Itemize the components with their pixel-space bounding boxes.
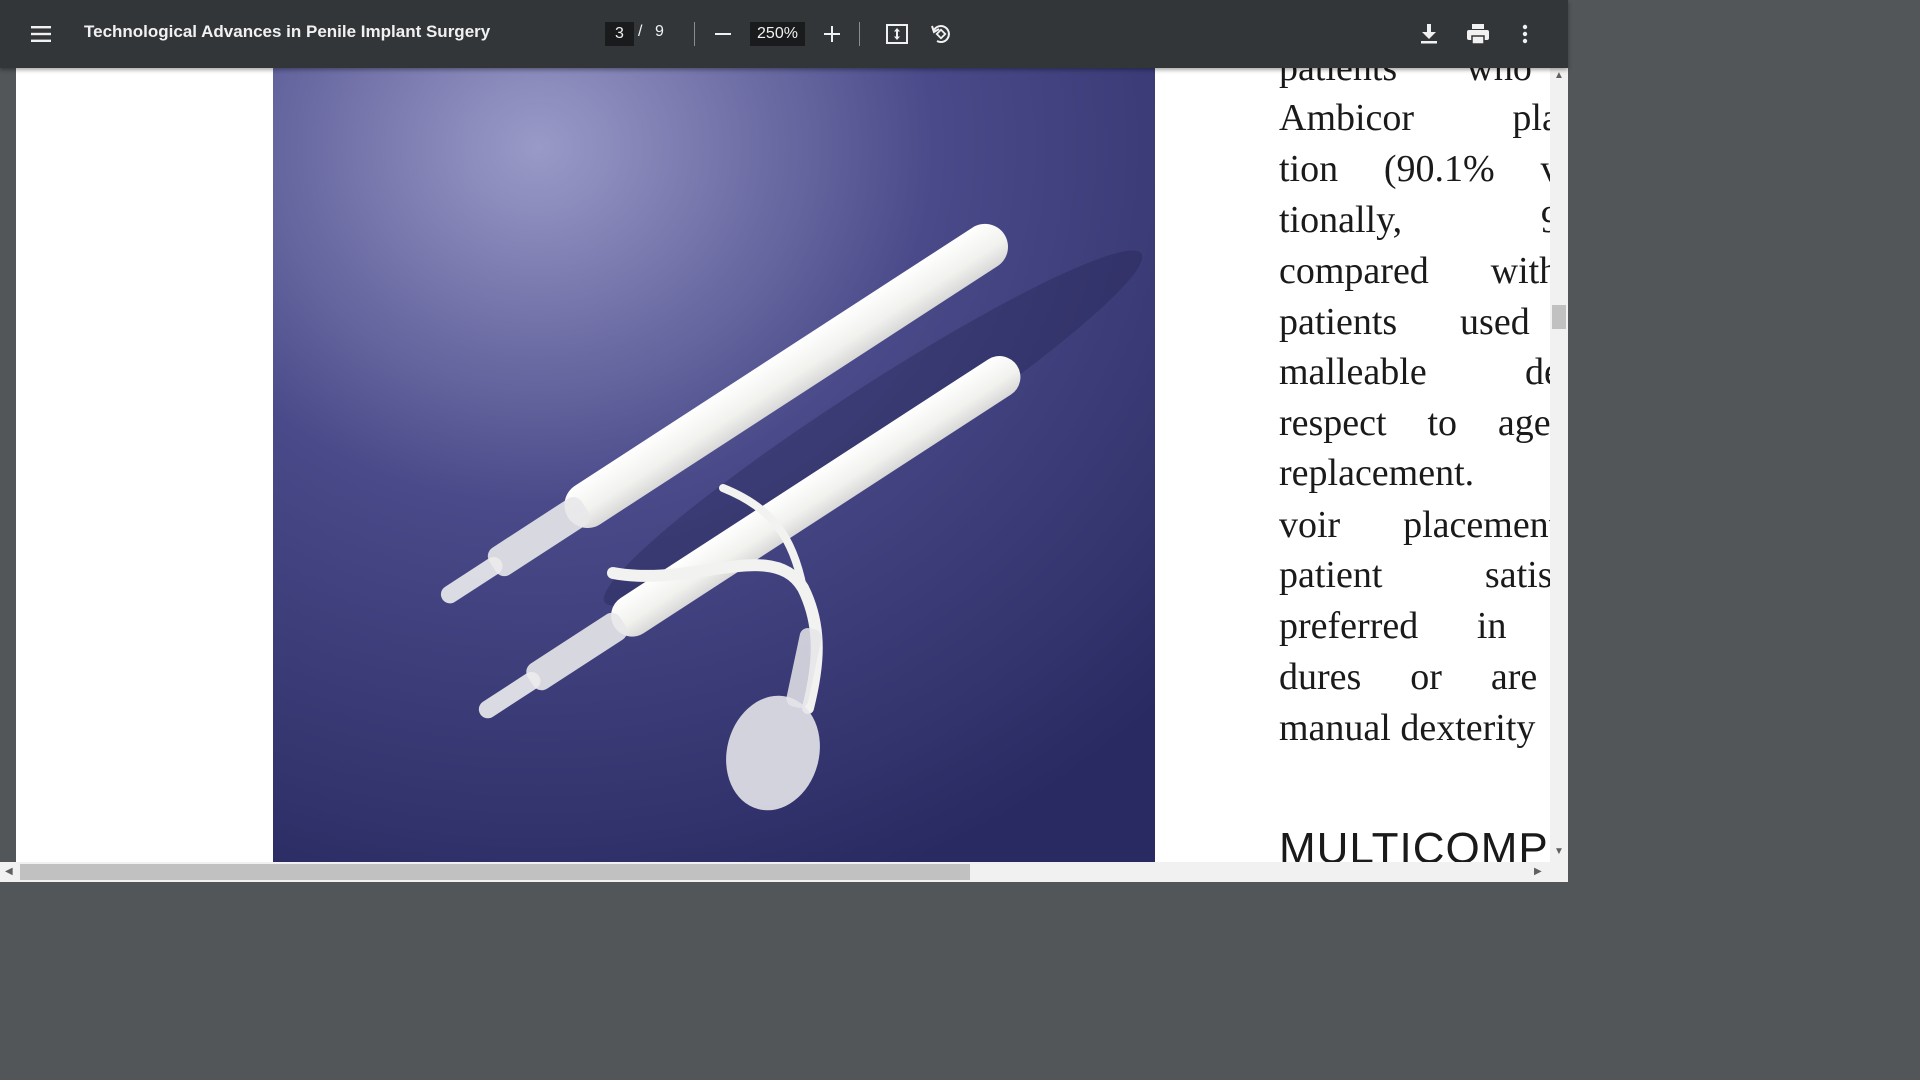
scroll-down-arrow-icon[interactable]: ▼: [1554, 846, 1564, 857]
toolbar-divider: [694, 22, 695, 46]
scroll-right-arrow-icon[interactable]: ▶: [1534, 866, 1542, 877]
zoom-level-input[interactable]: 250%: [750, 22, 805, 46]
zoom-out-button[interactable]: [708, 18, 738, 50]
text-line: replacement. The: [1279, 452, 1550, 494]
rotate-icon: [931, 25, 950, 43]
menu-button[interactable]: [22, 16, 60, 52]
download-button[interactable]: [1412, 17, 1446, 51]
page-separator: /: [638, 23, 643, 40]
document-viewport[interactable]: patients who un Ambicor placeme tion (90…: [0, 68, 1550, 862]
zoom-in-button[interactable]: [816, 18, 848, 50]
text-line: preferred in patie: [1279, 605, 1550, 647]
toolbar-divider: [859, 22, 860, 46]
print-button[interactable]: [1460, 17, 1496, 51]
scroll-left-arrow-icon[interactable]: ◀: [5, 866, 13, 877]
total-pages: 9: [655, 23, 664, 40]
page-number-input[interactable]: 3: [605, 22, 634, 46]
print-icon: [1467, 24, 1489, 45]
scroll-up-arrow-icon[interactable]: ▲: [1554, 70, 1564, 81]
document-title: Technological Advances in Penile Implant…: [84, 22, 491, 41]
text-line: tionally, 93.1%: [1279, 199, 1550, 241]
penile-implant-photo: [273, 68, 1155, 862]
text-line: manual dexterity: [1279, 707, 1536, 749]
section-heading: MULTICOMPO: [1279, 824, 1550, 862]
fit-page-icon: [886, 24, 908, 44]
menu-icon: [31, 26, 51, 42]
fit-page-button[interactable]: [880, 17, 914, 51]
text-line: dures or are ave: [1279, 656, 1550, 698]
document-text-column: patients who un Ambicor placeme tion (90…: [1279, 68, 1550, 862]
pdf-toolbar: Technological Advances in Penile Implant…: [0, 0, 1568, 68]
pdf-page: patients who un Ambicor placeme tion (90…: [16, 68, 1550, 862]
vertical-scrollbar[interactable]: [1550, 68, 1568, 862]
horizontal-scroll-thumb[interactable]: [20, 864, 970, 880]
text-line: compared with 7: [1279, 250, 1550, 292]
zoom-in-icon: [824, 26, 840, 42]
more-options-button[interactable]: [1510, 17, 1540, 51]
text-line: malleable devices: [1279, 351, 1550, 393]
text-line: patient satisfactio: [1279, 554, 1550, 596]
more-icon: [1522, 24, 1528, 44]
text-line: Ambicor placeme: [1279, 97, 1550, 139]
text-line: respect to age, BI: [1279, 402, 1550, 444]
download-icon: [1421, 24, 1437, 44]
rotate-button[interactable]: [924, 17, 958, 51]
vertical-scroll-thumb[interactable]: [1552, 305, 1566, 329]
text-line: voir placement a: [1279, 504, 1550, 546]
text-line: patients used the: [1279, 301, 1550, 343]
text-line: patients who un: [1279, 68, 1550, 89]
text-line: tion (90.1% vs 7: [1279, 148, 1550, 190]
zoom-out-icon: [715, 33, 731, 35]
